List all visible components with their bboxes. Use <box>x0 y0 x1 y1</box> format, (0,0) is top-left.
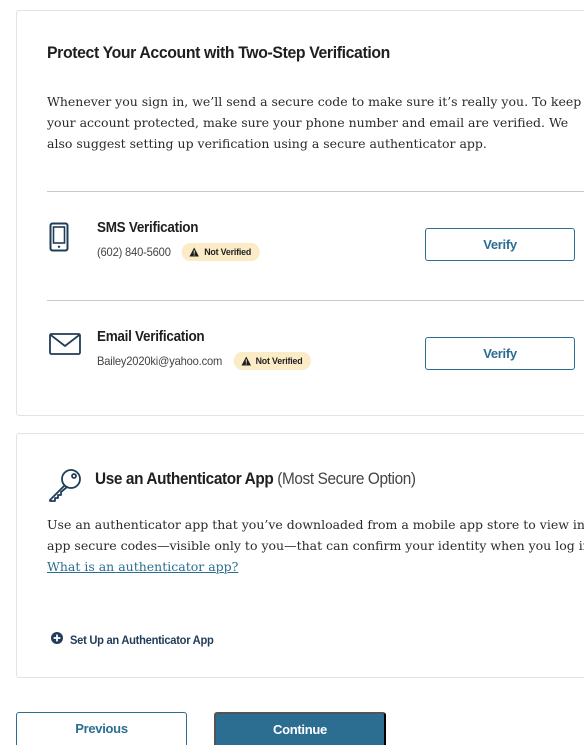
status-badge: Not Verified <box>181 243 260 261</box>
envelope-icon <box>49 333 81 360</box>
sms-method-title: SMS Verification <box>97 220 199 236</box>
authenticator-title-note: (Most Secure Option) <box>277 470 416 488</box>
authenticator-card: Use an Authenticator App (Most Secure Op… <box>16 433 584 678</box>
sms-method-detail-line: (602) 840-5600 Not Verified <box>97 243 260 261</box>
sms-phone-number: (602) 840-5600 <box>97 245 171 259</box>
email-method-detail-line: Bailey2020ki@yahoo.com Not Verified <box>97 352 311 370</box>
what-is-authenticator-link[interactable]: What is an authenticator app? <box>47 559 238 574</box>
authenticator-title-main: Use an Authenticator App <box>95 470 274 488</box>
setup-authenticator-label: Set Up an Authenticator App <box>70 633 214 647</box>
two-step-card: Protect Your Account with Two-Step Verif… <box>16 10 584 416</box>
key-icon <box>47 468 83 507</box>
email-address: Bailey2020ki@yahoo.com <box>97 354 223 368</box>
setup-authenticator-button[interactable]: Set Up an Authenticator App <box>51 631 224 649</box>
status-badge: Not Verified <box>233 352 311 370</box>
phone-icon <box>49 222 69 257</box>
email-method-title: Email Verification <box>97 329 205 345</box>
divider <box>47 191 584 192</box>
warning-icon <box>241 356 251 366</box>
two-step-intro: Whenever you sign in, we’ll send a secur… <box>47 94 582 151</box>
authenticator-description: Use an authenticator app that you’ve dow… <box>47 517 584 553</box>
page: Protect Your Account with Two-Step Verif… <box>0 0 584 745</box>
divider <box>47 300 584 301</box>
authenticator-description-block: Use an authenticator app that you’ve dow… <box>47 514 584 577</box>
status-badge-label: Not Verified <box>204 246 252 258</box>
plus-circle-icon <box>51 631 63 649</box>
status-badge-label: Not Verified <box>255 355 303 367</box>
continue-button[interactable]: Continue <box>214 712 386 745</box>
warning-icon <box>189 247 200 257</box>
two-step-title: Protect Your Account with Two-Step Verif… <box>47 43 390 62</box>
email-verify-button[interactable]: Verify <box>425 337 575 370</box>
previous-button[interactable]: Previous <box>16 712 187 745</box>
sms-verify-button[interactable]: Verify <box>425 228 575 261</box>
authenticator-title: Use an Authenticator App (Most Secure Op… <box>95 470 416 489</box>
